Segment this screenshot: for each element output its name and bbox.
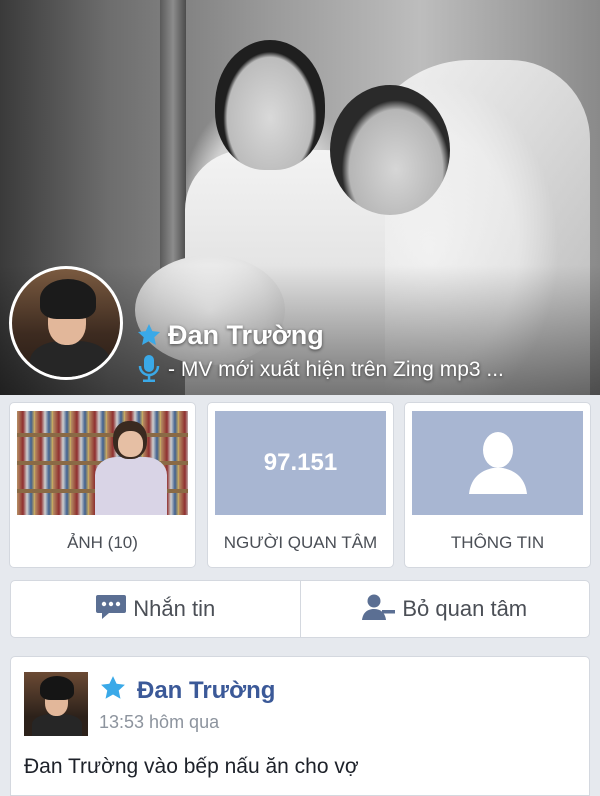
tile-photos[interactable]: ẢNH (10) xyxy=(9,402,196,568)
profile-name-row: Đan Trường xyxy=(136,318,324,352)
avatar-body xyxy=(30,341,110,377)
profile-status-row[interactable]: - MV mới xuất hiện trên Zing mp3 ... xyxy=(136,354,504,386)
profile-status: - MV mới xuất hiện trên Zing mp3 ... xyxy=(168,358,504,381)
person-minus-icon xyxy=(362,593,396,626)
cover-figure-head-decor xyxy=(215,40,325,170)
post-author-link[interactable]: Đan Trường xyxy=(137,677,275,705)
tile-followers-label: NGƯỜI QUAN TÂM xyxy=(223,533,378,552)
message-button[interactable]: Nhắn tin xyxy=(11,581,300,637)
profile-name: Đan Trường xyxy=(168,319,324,350)
post-author-avatar[interactable] xyxy=(24,672,88,736)
photos-thumbnail xyxy=(17,411,188,515)
cover-photo[interactable]: Đan Trường - MV mới xuất hiện trên Zing … xyxy=(0,0,600,395)
post-timestamp[interactable]: 13:53 hôm qua xyxy=(99,712,219,733)
avatar-hair xyxy=(40,279,96,319)
avatar-body xyxy=(32,714,82,736)
profile-avatar[interactable] xyxy=(9,266,123,380)
followers-box: 97.151 xyxy=(215,411,386,515)
microphone-icon xyxy=(136,353,162,388)
thumbnail-person xyxy=(95,457,167,515)
tile-info-label: THÔNG TIN xyxy=(450,533,545,552)
unfollow-button-label: Bỏ quan tâm xyxy=(402,596,528,621)
person-silhouette-icon xyxy=(463,426,533,501)
thumbnail-shelf xyxy=(17,433,188,437)
star-icon xyxy=(136,322,162,348)
post-header: Đan Trường xyxy=(99,674,275,707)
star-icon xyxy=(99,674,127,707)
thumbnail-person-face xyxy=(118,431,143,457)
tile-info[interactable]: THÔNG TIN xyxy=(404,402,591,568)
tile-photos-label: ẢNH (10) xyxy=(67,533,138,552)
chat-bubble-icon xyxy=(95,593,127,626)
action-bar: Nhắn tin Bỏ quan tâm xyxy=(10,580,590,638)
info-box xyxy=(412,411,583,515)
tile-followers[interactable]: 97.151 NGƯỜI QUAN TÂM xyxy=(207,402,394,568)
message-button-label: Nhắn tin xyxy=(133,596,216,621)
post-card: Đan Trường 13:53 hôm qua Đan Trường vào … xyxy=(10,656,590,796)
followers-count: 97.151 xyxy=(263,449,338,476)
cover-figure-head-decor xyxy=(330,85,450,215)
unfollow-button[interactable]: Bỏ quan tâm xyxy=(299,581,590,637)
post-text: Đan Trường vào bếp nấu ăn cho vợ xyxy=(24,755,359,778)
avatar-hair xyxy=(40,676,74,700)
